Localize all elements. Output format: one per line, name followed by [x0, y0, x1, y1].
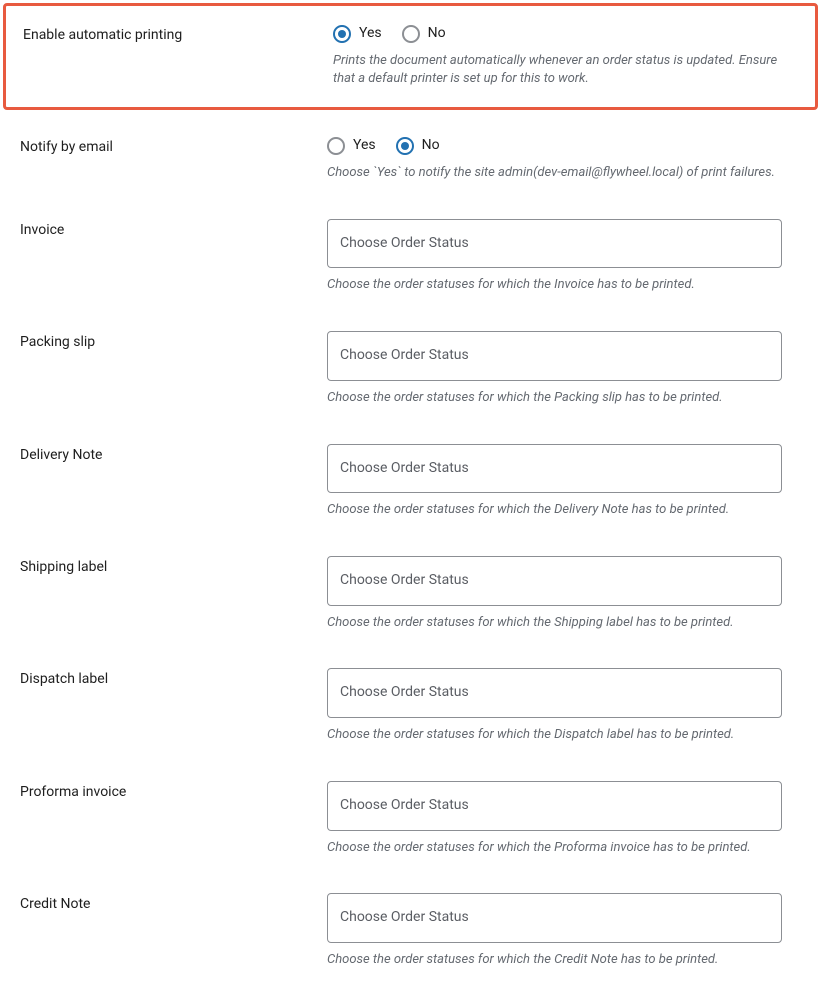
setting-help: Choose the order statuses for which the …: [327, 726, 782, 745]
setting-label: Credit Note: [0, 893, 327, 915]
radio-label: Yes: [353, 136, 376, 156]
dispatch-label-status-select[interactable]: Choose Order Status: [327, 668, 782, 718]
notify-email-radio-group: Yes No: [327, 136, 782, 156]
setting-field: Yes No Prints the document automatically…: [333, 24, 815, 89]
radio-icon: [327, 137, 345, 155]
setting-field: Choose Order Status Choose the order sta…: [327, 331, 832, 407]
notify-email-yes-option[interactable]: Yes: [327, 136, 376, 156]
setting-label: Notify by email: [0, 136, 327, 158]
setting-label: Proforma invoice: [0, 781, 327, 803]
setting-label: Shipping label: [0, 556, 327, 578]
radio-icon: [402, 25, 420, 43]
setting-enable-automatic-printing: Enable automatic printing Yes No Prints …: [3, 3, 818, 110]
setting-help: Choose the order statuses for which the …: [327, 951, 782, 970]
setting-label: Delivery Note: [0, 444, 327, 466]
setting-credit-note: Credit Note Choose Order Status Choose t…: [0, 875, 832, 987]
setting-field: Choose Order Status Choose the order sta…: [327, 219, 832, 295]
radio-label: No: [428, 24, 446, 44]
setting-label: Invoice: [0, 219, 327, 241]
setting-delivery-note: Delivery Note Choose Order Status Choose…: [0, 426, 832, 538]
setting-label: Dispatch label: [0, 668, 327, 690]
setting-help: Choose the order statuses for which the …: [327, 501, 782, 520]
setting-field: Choose Order Status Choose the order sta…: [327, 781, 832, 857]
invoice-status-select[interactable]: Choose Order Status: [327, 219, 782, 269]
setting-shipping-label: Shipping label Choose Order Status Choos…: [0, 538, 832, 650]
delivery-note-status-select[interactable]: Choose Order Status: [327, 444, 782, 494]
auto-print-no-option[interactable]: No: [402, 24, 446, 44]
radio-label: Yes: [359, 24, 382, 44]
setting-help: Choose the order statuses for which the …: [327, 389, 782, 408]
setting-field: Choose Order Status Choose the order sta…: [327, 444, 832, 520]
radio-label: No: [422, 136, 440, 156]
setting-help: Choose the order statuses for which the …: [327, 614, 782, 633]
setting-field: Choose Order Status Choose the order sta…: [327, 556, 832, 632]
notify-email-no-option[interactable]: No: [396, 136, 440, 156]
packing-slip-status-select[interactable]: Choose Order Status: [327, 331, 782, 381]
radio-icon: [396, 137, 414, 155]
setting-dispatch-label: Dispatch label Choose Order Status Choos…: [0, 650, 832, 762]
auto-print-yes-option[interactable]: Yes: [333, 24, 382, 44]
proforma-invoice-status-select[interactable]: Choose Order Status: [327, 781, 782, 831]
setting-packing-slip: Packing slip Choose Order Status Choose …: [0, 313, 832, 425]
setting-help: Choose the order statuses for which the …: [327, 839, 782, 858]
setting-field: Choose Order Status Choose the order sta…: [327, 893, 832, 969]
auto-print-radio-group: Yes No: [333, 24, 779, 44]
setting-invoice: Invoice Choose Order Status Choose the o…: [0, 201, 832, 313]
setting-help: Choose `Yes` to notify the site admin(de…: [327, 164, 782, 183]
radio-icon: [333, 25, 351, 43]
setting-help: Choose the order statuses for which the …: [327, 276, 782, 295]
setting-field: Choose Order Status Choose the order sta…: [327, 668, 832, 744]
setting-label: Packing slip: [0, 331, 327, 353]
setting-help: Prints the document automatically whenev…: [333, 52, 779, 90]
shipping-label-status-select[interactable]: Choose Order Status: [327, 556, 782, 606]
setting-proforma-invoice: Proforma invoice Choose Order Status Cho…: [0, 763, 832, 875]
credit-note-status-select[interactable]: Choose Order Status: [327, 893, 782, 943]
setting-label: Enable automatic printing: [6, 24, 333, 46]
setting-notify-by-email: Notify by email Yes No Choose `Yes` to n…: [0, 118, 832, 200]
setting-field: Yes No Choose `Yes` to notify the site a…: [327, 136, 832, 182]
